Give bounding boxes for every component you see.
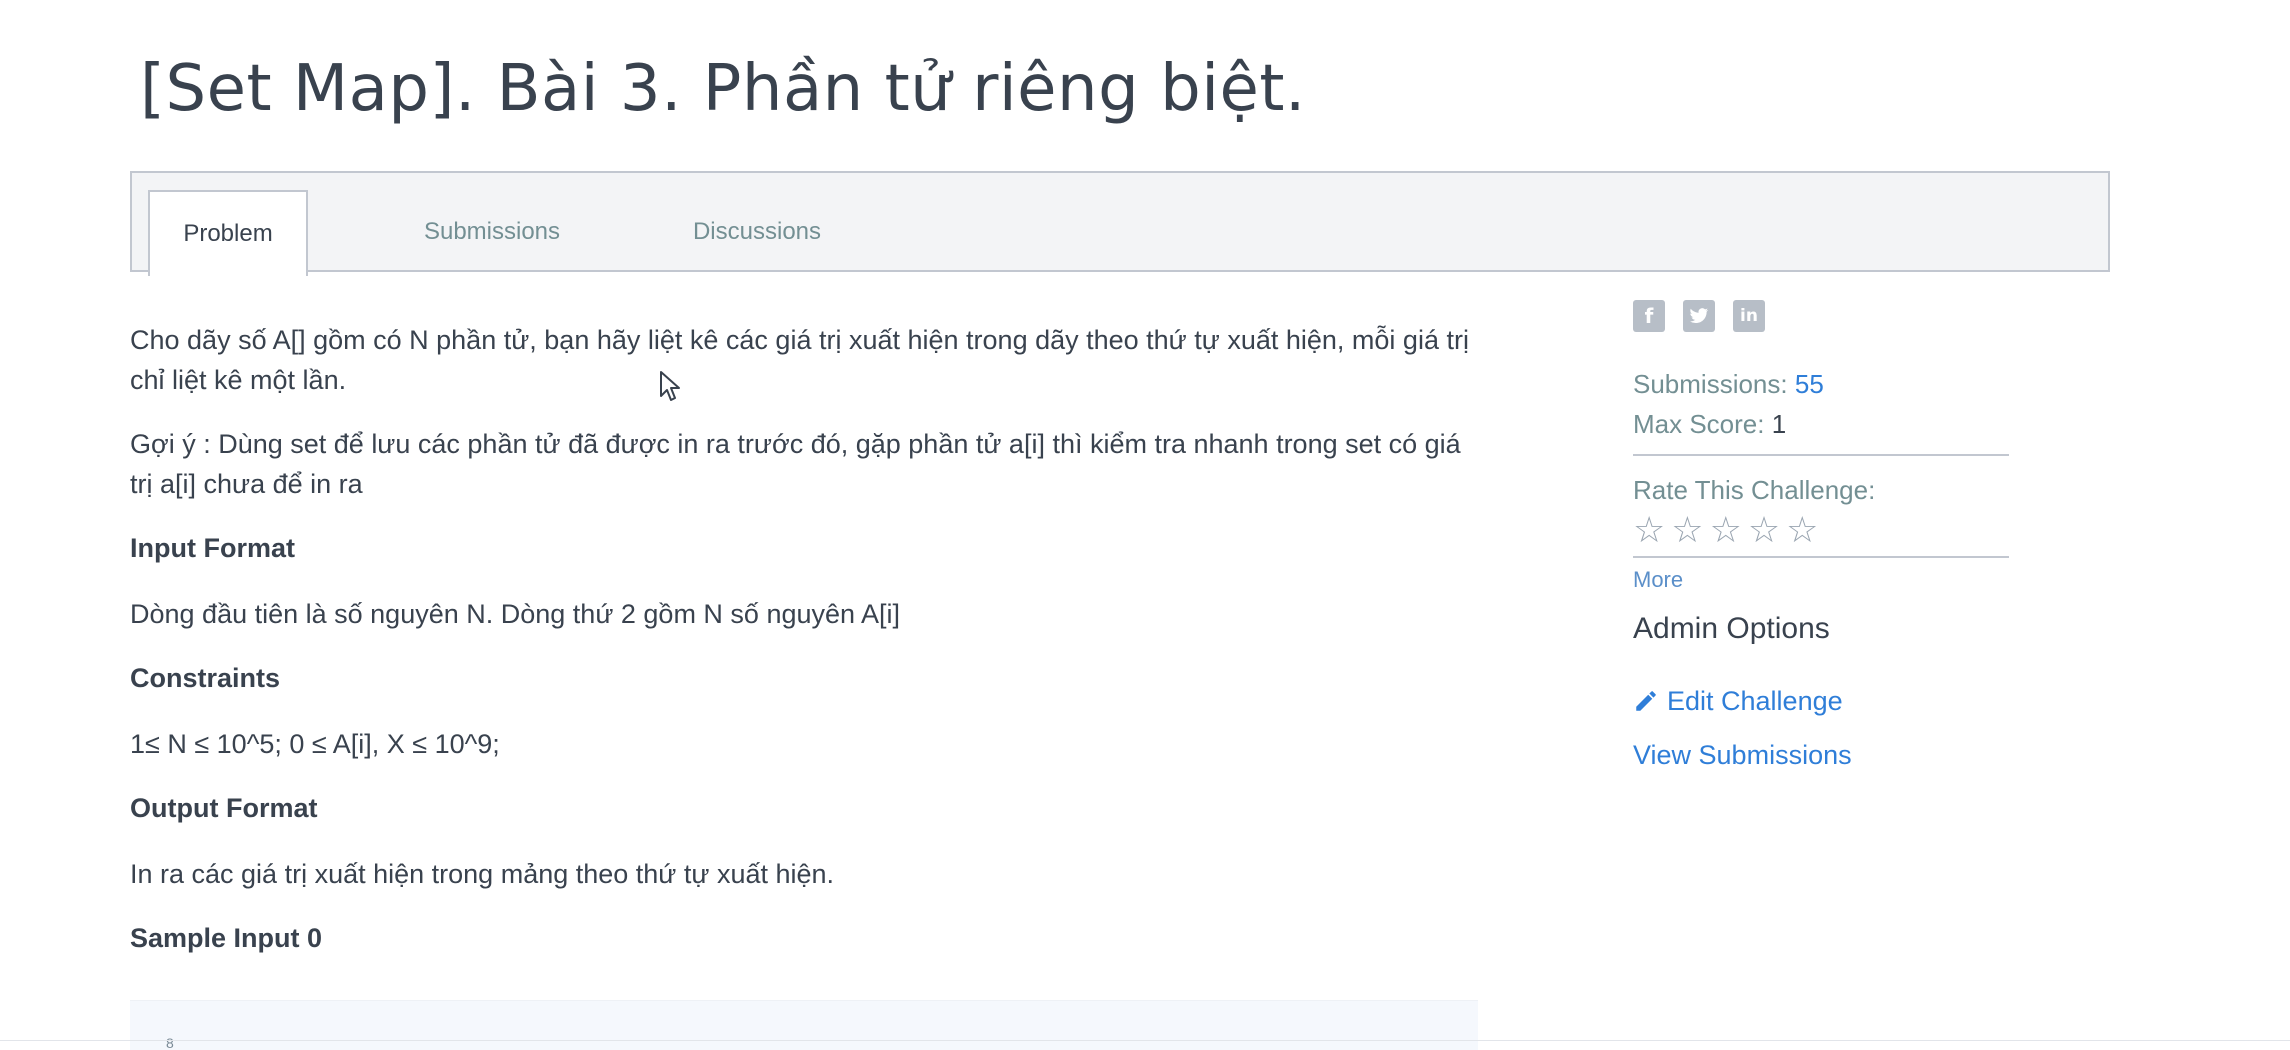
input-format-text: Dòng đầu tiên là số nguyên N. Dòng thứ 2… — [130, 599, 901, 629]
admin-options-title: Admin Options — [1633, 612, 1830, 645]
max-score-label: Max Score: — [1633, 409, 1765, 439]
star-icon[interactable]: ☆ — [1671, 510, 1703, 550]
more-link[interactable]: More — [1633, 560, 2009, 600]
sidebar-divider — [1633, 556, 2009, 558]
rating-stars: ☆ ☆ ☆ ☆ ☆ — [1633, 510, 2009, 550]
star-icon[interactable]: ☆ — [1786, 510, 1818, 550]
star-icon[interactable]: ☆ — [1633, 510, 1665, 550]
submissions-count-link[interactable]: 55 — [1795, 369, 1824, 399]
star-icon[interactable]: ☆ — [1710, 510, 1742, 550]
submissions-stat: Submissions: 55 — [1633, 364, 2009, 404]
output-format-text: In ra các giá trị xuất hiện trong mảng t… — [130, 859, 835, 889]
sample-input-line: 8 — [166, 1035, 174, 1050]
facebook-icon[interactable]: f — [1633, 300, 1665, 332]
edit-challenge-label: Edit Challenge — [1667, 686, 1843, 716]
twitter-icon[interactable] — [1683, 300, 1715, 332]
view-submissions-label: View Submissions — [1633, 740, 1852, 770]
tab-problem[interactable]: Problem — [148, 190, 308, 276]
sidebar-divider — [1633, 454, 2009, 456]
input-format-heading: Input Format — [130, 533, 295, 563]
star-icon[interactable]: ☆ — [1748, 510, 1780, 550]
sample-input-box: 8 — [130, 1000, 1478, 1050]
sample-input-heading: Sample Input 0 — [130, 923, 323, 953]
page-title: [Set Map]. Bài 3. Phần tử riêng biệt. — [140, 52, 1306, 126]
bottom-divider — [0, 1040, 2290, 1041]
constraints-heading: Constraints — [130, 663, 281, 693]
view-submissions-link[interactable]: View Submissions — [1633, 728, 2009, 782]
tab-bar: Problem Submissions Discussions — [130, 171, 2110, 276]
max-score-value: 1 — [1771, 409, 1787, 439]
max-score-stat: Max Score: 1 — [1633, 404, 2009, 444]
rate-label: Rate This Challenge: — [1633, 475, 1876, 505]
tab-discussions[interactable]: Discussions — [647, 190, 867, 274]
problem-statement: Cho dãy số A[] gồm có N phần tử, bạn hãy… — [130, 325, 1469, 395]
constraints-text: 1≤ N ≤ 10^5; 0 ≤ A[i], X ≤ 10^9; — [130, 729, 500, 759]
tab-submissions[interactable]: Submissions — [382, 190, 602, 274]
social-share: f in — [1633, 300, 2009, 332]
output-format-heading: Output Format — [130, 793, 318, 823]
sidebar: f in Submissions: 55 Max Score: 1 Rate T… — [1633, 300, 2009, 782]
pencil-icon — [1636, 691, 1656, 711]
problem-hint: Gợi ý : Dùng set để lưu các phần tử đã đ… — [130, 429, 1461, 499]
problem-content: Cho dãy số A[] gồm có N phần tử, bạn hãy… — [130, 320, 1490, 984]
submissions-label: Submissions: — [1633, 369, 1788, 399]
edit-challenge-link[interactable]: Edit Challenge — [1633, 674, 2009, 728]
mouse-cursor-icon — [660, 371, 680, 401]
linkedin-icon[interactable]: in — [1733, 300, 1765, 332]
